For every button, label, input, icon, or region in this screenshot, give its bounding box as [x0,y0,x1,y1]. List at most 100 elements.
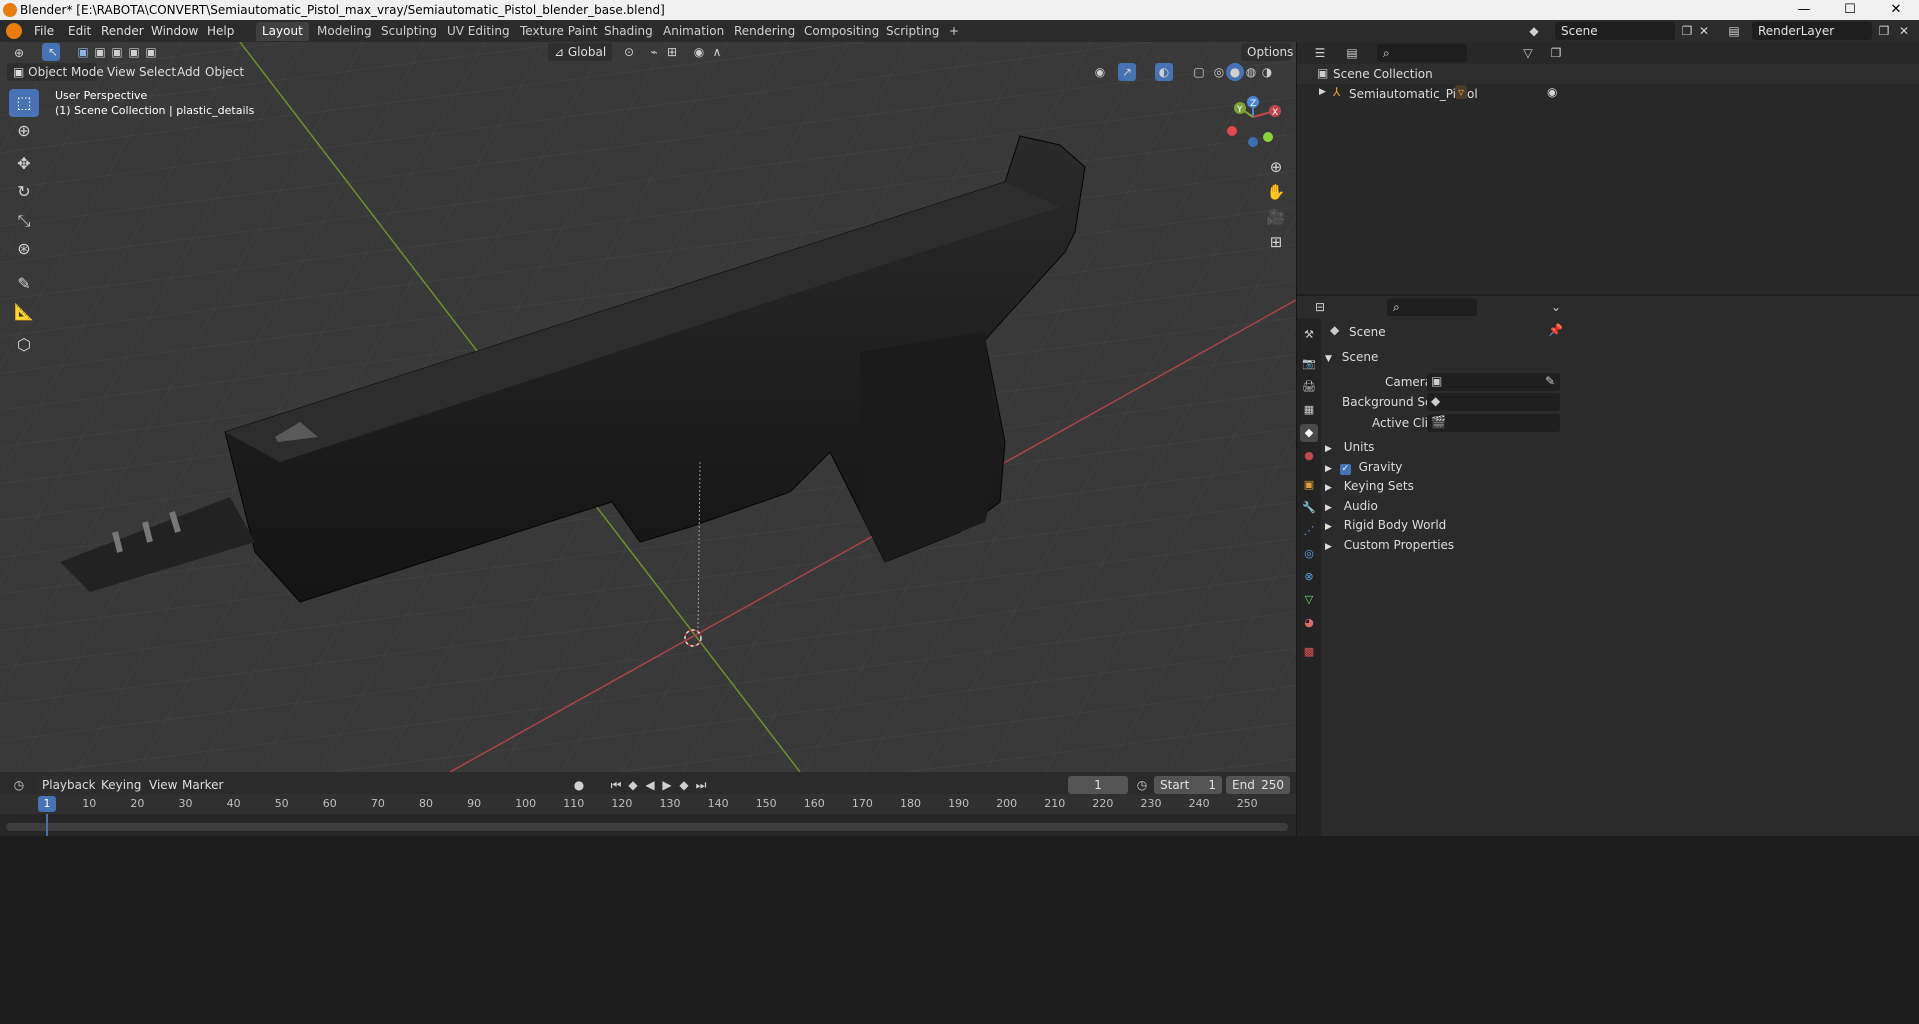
snap-icon[interactable]: ⌁ [645,43,663,61]
delete-renderlayer-icon[interactable]: ✕ [1895,22,1913,40]
scale-tool-icon[interactable]: ⤡ [9,207,39,235]
scene-selector[interactable]: Scene [1555,22,1675,40]
select-tool-icon[interactable]: ⬚ [9,89,39,117]
renderlayer-icon[interactable]: ▤ [1725,22,1743,40]
tab-texture-icon[interactable]: ▩ [1300,643,1318,661]
shading-rendered-icon[interactable]: ◑ [1258,63,1276,81]
perspective-toggle-icon[interactable]: ⊞ [1264,230,1288,254]
display-mode-icon[interactable]: ▤ [1343,44,1361,62]
gravity-checkbox[interactable]: ✓ [1339,464,1351,475]
gizmo-toggle-icon[interactable]: ↗ [1118,63,1136,81]
panel-gravity[interactable]: ▶ ✓ Gravity [1325,460,1917,480]
play-reverse-icon[interactable]: ◀ [641,776,659,794]
tab-physics-icon[interactable]: ◎ [1300,545,1318,563]
panel-scene-header[interactable]: ▼ Scene [1325,350,1917,370]
tab-render-icon[interactable]: 📷 [1300,355,1318,373]
tab-constraints-icon[interactable]: ⊗ [1300,568,1318,586]
new-scene-icon[interactable]: ❐ [1678,22,1696,40]
overlays-toggle-icon[interactable]: ◐ [1155,63,1173,81]
tab-texture-paint[interactable]: Texture Paint [514,22,603,41]
mode-dropdown[interactable]: ▣ Object Mode [7,63,104,81]
xray-icon[interactable]: ▢ [1190,63,1208,81]
playback-menu[interactable]: Playback [36,776,96,794]
properties-editor-type-icon[interactable]: ⊟ [1311,298,1329,316]
tab-material-icon[interactable]: ◕ [1300,614,1318,632]
viewport-menu-view[interactable]: View [107,65,135,79]
start-frame-field[interactable]: Start 1 [1154,776,1222,794]
jump-end-icon[interactable]: ⏭ [692,776,710,794]
renderlayer-selector[interactable]: RenderLayer [1752,22,1872,40]
minimize-button[interactable]: — [1781,0,1827,20]
properties-options-icon[interactable]: ⌄ [1547,298,1565,316]
tab-view-layer-icon[interactable]: ▦ [1300,401,1318,419]
annotate-tool-icon[interactable]: ✎ [9,270,39,298]
new-collection-icon[interactable]: ❐ [1547,44,1565,62]
camera-view-icon[interactable]: 🎥 [1264,205,1288,229]
tab-output-icon[interactable]: 🖨 [1300,378,1318,396]
expand-arrow-icon[interactable]: ▶ [1319,87,1326,97]
keying-menu[interactable]: Keying [95,776,141,794]
background-scene-field[interactable]: ◆ [1427,393,1560,411]
add-workspace-button[interactable]: + [943,22,965,41]
new-renderlayer-icon[interactable]: ❐ [1875,22,1893,40]
close-button[interactable]: ✕ [1873,0,1919,20]
panel-audio[interactable]: ▶ Audio [1325,499,1917,519]
rotate-tool-icon[interactable]: ↻ [9,178,39,206]
tab-shading[interactable]: Shading [598,22,659,41]
tab-object-icon[interactable]: ▣ [1300,476,1318,494]
panel-units[interactable]: ▶ Units [1325,440,1917,460]
tab-modeling[interactable]: Modeling [311,22,378,41]
delete-scene-icon[interactable]: ✕ [1695,22,1713,40]
visibility-eye-icon[interactable]: ◉ [1547,85,1557,99]
tab-compositing[interactable]: Compositing [798,22,885,41]
menu-render[interactable]: Render [101,24,144,38]
tab-data-icon[interactable]: ▽ [1300,591,1318,609]
tab-sculpting[interactable]: Sculpting [375,22,443,41]
mode-subtract-icon[interactable]: ▣ [108,43,126,61]
snap-target-icon[interactable]: ⊞ [663,43,681,61]
panel-rigid-body-world[interactable]: ▶ Rigid Body World [1325,518,1917,538]
pin-icon[interactable]: 📌 [1548,323,1563,337]
zoom-icon[interactable]: ⊕ [1264,155,1288,179]
tab-tool-icon[interactable]: ⚒ [1300,326,1318,344]
mode-intersect-icon[interactable]: ▣ [142,43,160,61]
prev-keyframe-icon[interactable]: ◆ [624,776,642,794]
timeline-editor-type-icon[interactable]: ◷ [10,776,28,794]
preview-range-icon[interactable]: ◷ [1133,776,1151,794]
menu-window[interactable]: Window [151,24,198,38]
tab-rendering[interactable]: Rendering [728,22,801,41]
panel-custom-properties[interactable]: ▶ Custom Properties [1325,538,1917,558]
menu-help[interactable]: Help [207,24,234,38]
tab-scene-icon[interactable]: ◆ [1300,424,1318,442]
proportional-edit-icon[interactable]: ◉ [690,43,708,61]
panel-keying-sets[interactable]: ▶ Keying Sets [1325,479,1917,499]
menu-file[interactable]: File [34,24,54,38]
tab-animation[interactable]: Animation [657,22,730,41]
timeline-marker-menu[interactable]: Marker [182,778,223,792]
viewport-menu-add[interactable]: Add [177,65,200,79]
menu-edit[interactable]: Edit [68,24,91,38]
play-icon[interactable]: ▶ [658,776,676,794]
eyedropper-icon[interactable]: ✎ [1545,374,1555,388]
tab-modifiers-icon[interactable]: 🔧 [1300,499,1318,517]
outliner-search-input[interactable]: ⌕ [1377,44,1467,62]
outliner-editor-type-icon[interactable]: ☰ [1311,44,1329,62]
tab-scripting[interactable]: Scripting [880,22,945,41]
mode-extend-icon[interactable]: ▣ [91,43,109,61]
auto-keying-icon[interactable]: ● [570,776,588,794]
filter-icon[interactable]: ▽ [1519,44,1537,62]
viewport-menu-select[interactable]: Select [139,65,176,79]
tab-uv-editing[interactable]: UV Editing [441,22,516,41]
properties-search-input[interactable]: ⌕ [1387,298,1477,316]
options-dropdown[interactable]: Options [1241,43,1293,61]
add-cube-tool-icon[interactable]: ⬡ [9,331,39,359]
tab-world-icon[interactable]: ● [1300,447,1318,465]
pivot-point-icon[interactable]: ⊙ [620,43,638,61]
tab-particles-icon[interactable]: ⋰ [1300,522,1318,540]
3d-viewport[interactable]: Z X Y [0,42,1296,772]
jump-start-icon[interactable]: ⏮ [607,776,625,794]
active-clip-field[interactable]: 🎬 [1427,414,1560,432]
outliner-row-scene-collection[interactable]: ▣ Scene Collection [1297,64,1919,84]
tab-layout[interactable]: Layout [256,22,309,41]
transform-tool-icon[interactable]: ⊛ [9,235,39,263]
